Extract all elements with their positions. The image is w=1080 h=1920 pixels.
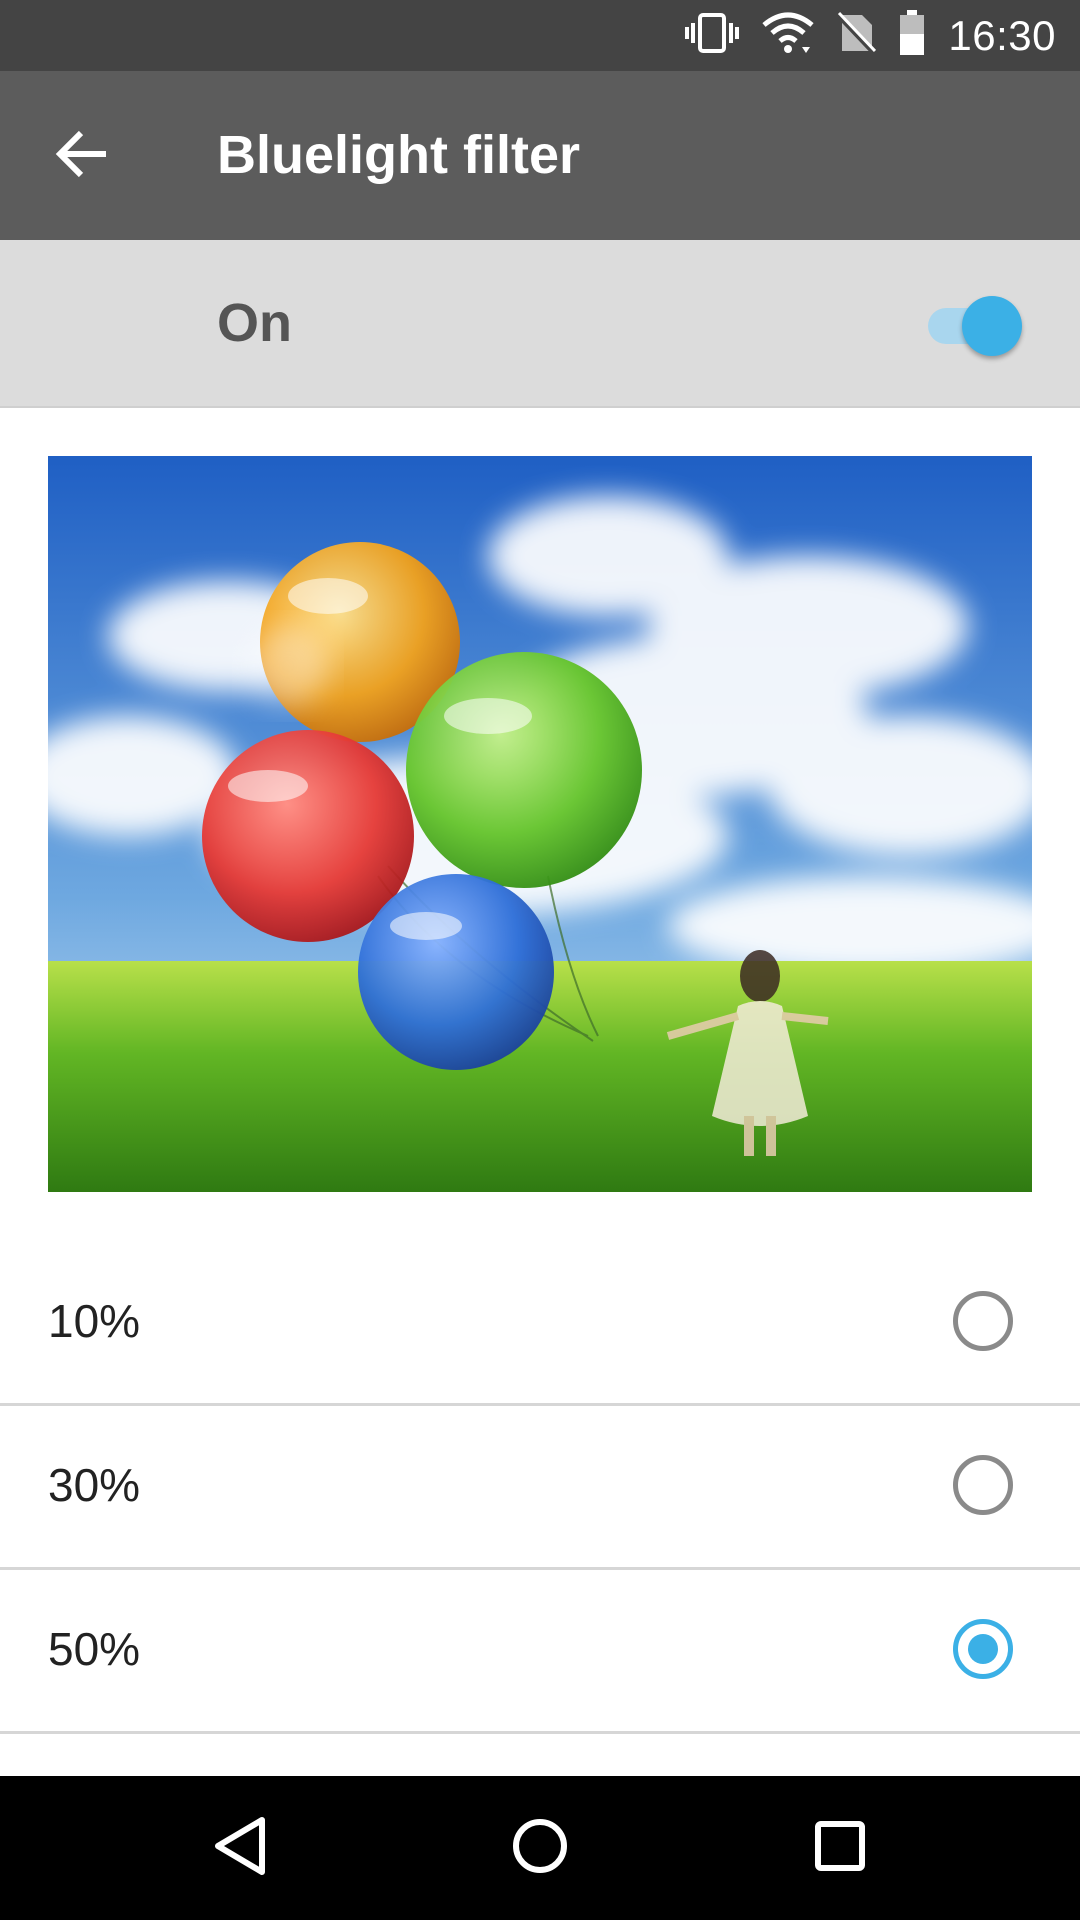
no-sim-icon bbox=[836, 11, 877, 60]
radio-dot bbox=[968, 1634, 998, 1664]
master-switch-row[interactable]: On bbox=[0, 240, 1080, 408]
option-row-10[interactable]: 10% bbox=[0, 1240, 1080, 1406]
status-time: 16:30 bbox=[948, 11, 1056, 59]
option-row-50[interactable]: 50% bbox=[0, 1568, 1080, 1734]
option-row-30[interactable]: 30% bbox=[0, 1404, 1080, 1570]
app-bar: Bluelight filter bbox=[0, 71, 1080, 240]
home-circle-icon bbox=[510, 1816, 570, 1881]
radio-button-checked[interactable] bbox=[953, 1619, 1013, 1679]
status-icons: 16:30 bbox=[662, 0, 1056, 71]
master-toggle-switch[interactable] bbox=[924, 296, 1024, 356]
back-button[interactable] bbox=[40, 114, 124, 198]
master-switch-label: On bbox=[217, 293, 292, 353]
navigation-bar bbox=[0, 1776, 1080, 1920]
option-label: 30% bbox=[48, 1459, 141, 1511]
nav-recents-button[interactable] bbox=[790, 1798, 890, 1898]
preview-image bbox=[48, 456, 1032, 1192]
recents-square-icon bbox=[812, 1818, 868, 1879]
toggle-thumb bbox=[962, 296, 1022, 356]
nav-home-button[interactable] bbox=[490, 1798, 590, 1898]
back-triangle-icon bbox=[210, 1814, 270, 1883]
option-label: 50% bbox=[48, 1623, 141, 1675]
nav-back-button[interactable] bbox=[190, 1798, 290, 1898]
battery-icon bbox=[898, 10, 926, 61]
radio-button-unchecked[interactable] bbox=[953, 1455, 1013, 1515]
wifi-icon bbox=[762, 11, 814, 60]
arrow-back-icon bbox=[54, 129, 110, 184]
radio-button-unchecked[interactable] bbox=[953, 1291, 1013, 1351]
status-bar: 16:30 bbox=[0, 0, 1080, 71]
option-label: 10% bbox=[48, 1295, 141, 1347]
page-title: Bluelight filter bbox=[217, 125, 580, 185]
vibrate-icon bbox=[684, 11, 740, 60]
